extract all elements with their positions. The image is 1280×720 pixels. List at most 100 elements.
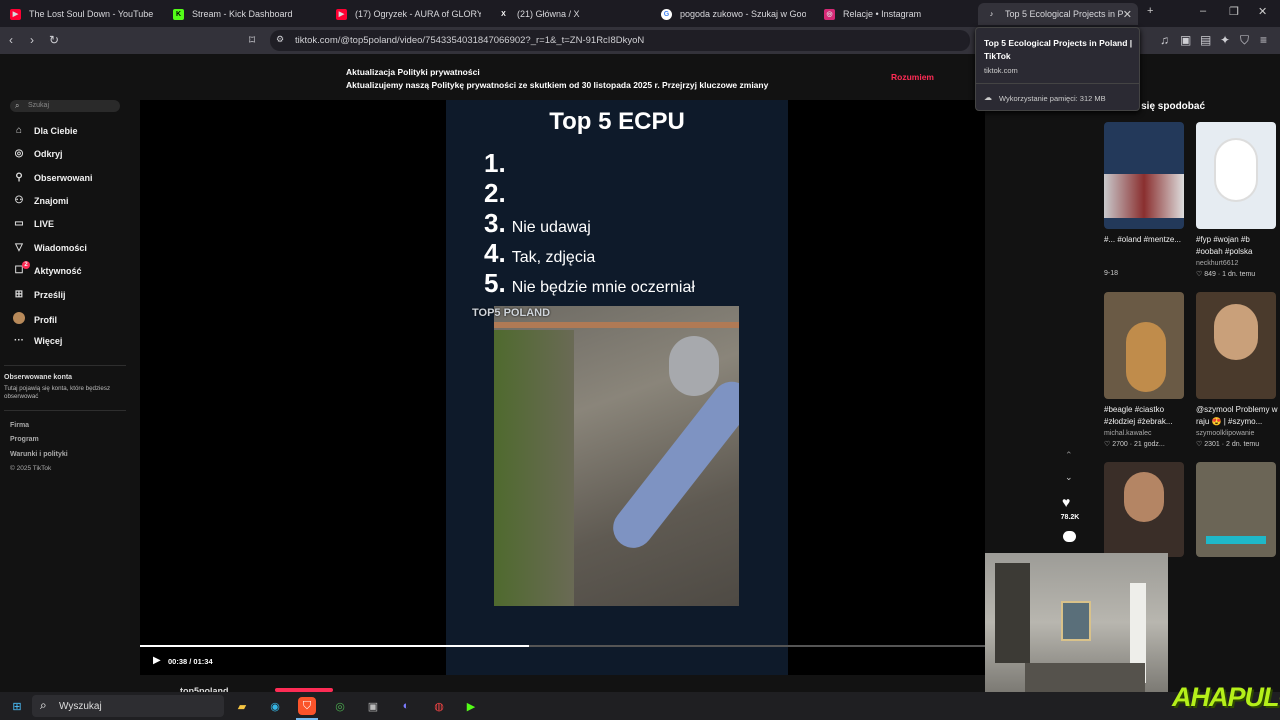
browser-tab-bar: ▶ The Lost Soul Down - YouTube M K Strea… xyxy=(0,0,1280,27)
nav-explore[interactable]: ◎ Odkryj xyxy=(12,148,63,159)
app-icon[interactable]: ▣ xyxy=(364,697,382,715)
suggested-thumb-5[interactable] xyxy=(1104,462,1184,557)
notice-text: Aktualizujemy naszą Politykę prywatności… xyxy=(346,80,769,90)
taskbar: ⊞ ⌕ Wyszukaj ▰ ◉ ⛉ ◎ ▣ ◐ ◍ ▶ xyxy=(0,692,1280,720)
back-icon[interactable]: ‹ xyxy=(9,33,13,47)
video-time: 00:38 / 01:34 xyxy=(168,657,213,666)
footer-terms[interactable]: Warunki i polityki xyxy=(10,451,68,458)
suggested-thumb-1[interactable] xyxy=(1104,122,1184,229)
nav-label: Wiadomości xyxy=(34,242,87,253)
nav-profile[interactable]: Profil xyxy=(12,312,57,327)
tab-title: (21) Główna / X xyxy=(517,9,580,19)
comment-icon[interactable] xyxy=(1063,531,1076,542)
tab-youtube[interactable]: ▶ The Lost Soul Down - YouTube M xyxy=(10,3,155,25)
media-icon[interactable]: ♫ xyxy=(1160,33,1169,47)
nav-more[interactable]: ··· Więcej xyxy=(12,335,62,346)
heart-icon[interactable]: ♥ xyxy=(1062,494,1070,510)
new-tab-icon[interactable]: + xyxy=(1147,5,1153,17)
file-explorer-icon[interactable]: ▰ xyxy=(233,697,251,715)
notice-title: Aktualizacja Polityki prywatności xyxy=(346,67,480,77)
discord-icon[interactable]: ◐ xyxy=(397,697,415,715)
suggested-user[interactable]: szymoolklipowanie xyxy=(1196,430,1254,437)
tab-kick[interactable]: K Stream - Kick Dashboard xyxy=(173,3,318,25)
play-icon[interactable]: ▶ xyxy=(153,655,161,666)
suggested-thumb-2[interactable] xyxy=(1196,122,1276,229)
suggested-user[interactable]: michal.kawalec xyxy=(1104,430,1151,437)
search-icon: ⌕ xyxy=(15,101,20,110)
youtube-icon: ▶ xyxy=(336,8,347,20)
nav-label: Znajomi xyxy=(34,195,69,206)
nav-activity[interactable]: ☐ Aktywność 2 xyxy=(12,261,82,276)
person-head xyxy=(669,336,719,396)
nav-upload[interactable]: ⊞ Prześlij xyxy=(12,289,66,300)
vpn-icon[interactable]: ⛉ xyxy=(1240,33,1249,48)
nav-label: LIVE xyxy=(34,218,55,229)
video-player[interactable]: Top 5 ECPU 1. 2. 3. Nie udawaj 4. Tak, zdj… xyxy=(140,100,985,675)
tab-x[interactable]: X (21) Główna / X xyxy=(498,3,643,25)
suggested-caption[interactable]: #fyp #wojan #b #oobah #polska xyxy=(1196,234,1278,258)
suggested-thumb-4[interactable] xyxy=(1196,292,1276,399)
kick-taskbar-icon[interactable]: ▶ xyxy=(462,697,480,715)
accept-notice-button[interactable]: Rozumiem xyxy=(891,72,934,82)
wallet-icon[interactable]: ▤ xyxy=(1200,33,1211,47)
forward-icon[interactable]: › xyxy=(30,33,34,47)
chevron-up-icon[interactable]: ⌃ xyxy=(1065,450,1073,461)
minimize-icon[interactable]: – xyxy=(1200,5,1206,17)
nav-following[interactable]: ⚲ Obserwowani xyxy=(12,172,93,183)
youtube-icon: ▶ xyxy=(10,8,21,20)
chevron-down-icon[interactable]: ⌄ xyxy=(1065,472,1073,483)
avatar-icon xyxy=(12,312,26,327)
memory-icon: ☁ xyxy=(984,93,992,102)
home-icon: ⌂ xyxy=(15,125,23,136)
search-input[interactable]: ⌕ Szukaj xyxy=(10,100,120,112)
video-progress-bar[interactable] xyxy=(140,645,985,647)
taskbar-search[interactable]: ⌕ Wyszukaj xyxy=(32,695,224,717)
hover-domain: tiktok.com xyxy=(984,66,1018,75)
x-icon: X xyxy=(501,10,506,18)
close-tab-icon[interactable]: ✕ xyxy=(1123,8,1138,21)
nav-live[interactable]: ▭ LIVE xyxy=(12,218,54,229)
footer-company[interactable]: Firma xyxy=(10,422,29,429)
live-icon: ▭ xyxy=(14,218,24,229)
curb-stripe xyxy=(494,322,739,328)
leo-icon[interactable]: ✦ xyxy=(1220,33,1230,47)
tab-google[interactable]: G pogoda zukowo - Szukaj w Google xyxy=(661,3,806,25)
suggested-thumb-6[interactable] xyxy=(1196,462,1276,557)
nav-label: Obserwowani xyxy=(34,172,93,183)
footer-program[interactable]: Program xyxy=(10,436,39,443)
list-item: 3. Nie udawaj xyxy=(484,208,591,238)
nav-friends[interactable]: ⚇ Znajomi xyxy=(12,195,69,206)
webcam-door xyxy=(995,563,1030,663)
sidebar-icon[interactable]: ▣ xyxy=(1180,33,1191,47)
suggested-caption[interactable]: #beagle #ciastko #złodziej #żebrak... xyxy=(1104,404,1186,428)
webcam-overlay xyxy=(985,553,1168,692)
windows-start-icon[interactable]: ⊞ xyxy=(8,697,26,715)
suggested-user[interactable]: neckhurt6612 xyxy=(1196,260,1238,267)
tab-tiktok[interactable]: ♪ Top 5 Ecological Projects in Pola ✕ xyxy=(978,3,1138,25)
suggested-caption[interactable]: #... #oland #mentze... xyxy=(1104,234,1186,246)
obs-icon[interactable]: ◍ xyxy=(430,697,448,715)
tab-instagram[interactable]: ◎ Relacje • Instagram xyxy=(824,3,969,25)
tab-youtube-2[interactable]: ▶ (17) Ogryzek - AURA of GLORY (Offic xyxy=(336,3,481,25)
like-count: 78.2K xyxy=(1060,514,1080,521)
suggested-stats: 9-18 xyxy=(1104,270,1119,277)
tab-title: pogoda zukowo - Szukaj w Google xyxy=(680,9,806,19)
close-window-icon[interactable]: ✕ xyxy=(1258,5,1267,18)
suggested-thumb-3[interactable] xyxy=(1104,292,1184,399)
url-field[interactable]: ⚙ tiktok.com/@top5poland/video/754335403… xyxy=(270,30,970,51)
privacy-notice: Aktualizacja Polityki prywatności Aktual… xyxy=(346,66,768,92)
chrome-icon[interactable]: ◎ xyxy=(331,697,349,715)
brave-icon[interactable]: ⛉ xyxy=(298,697,316,715)
footer-copyright: © 2025 TikTok xyxy=(10,465,52,472)
edge-icon[interactable]: ◉ xyxy=(266,697,284,715)
reload-icon[interactable]: ↻ xyxy=(49,33,59,47)
suggested-caption[interactable]: @szymool Problemy w raju 😍 | #szymo... xyxy=(1196,404,1278,428)
nav-messages[interactable]: ▽ Wiadomości xyxy=(12,242,87,253)
person-arm xyxy=(605,373,739,556)
nav-for-you[interactable]: ⌂ Dla Ciebie xyxy=(12,125,78,136)
restore-icon[interactable]: ❐ xyxy=(1229,5,1239,18)
menu-icon[interactable]: ≡ xyxy=(1260,33,1267,47)
site-info-icon[interactable]: ⚙ xyxy=(276,34,284,45)
bookmark-icon[interactable]: ⌑ xyxy=(249,33,255,47)
list-item: 5. Nie będzie mnie oczerniał xyxy=(484,268,695,298)
